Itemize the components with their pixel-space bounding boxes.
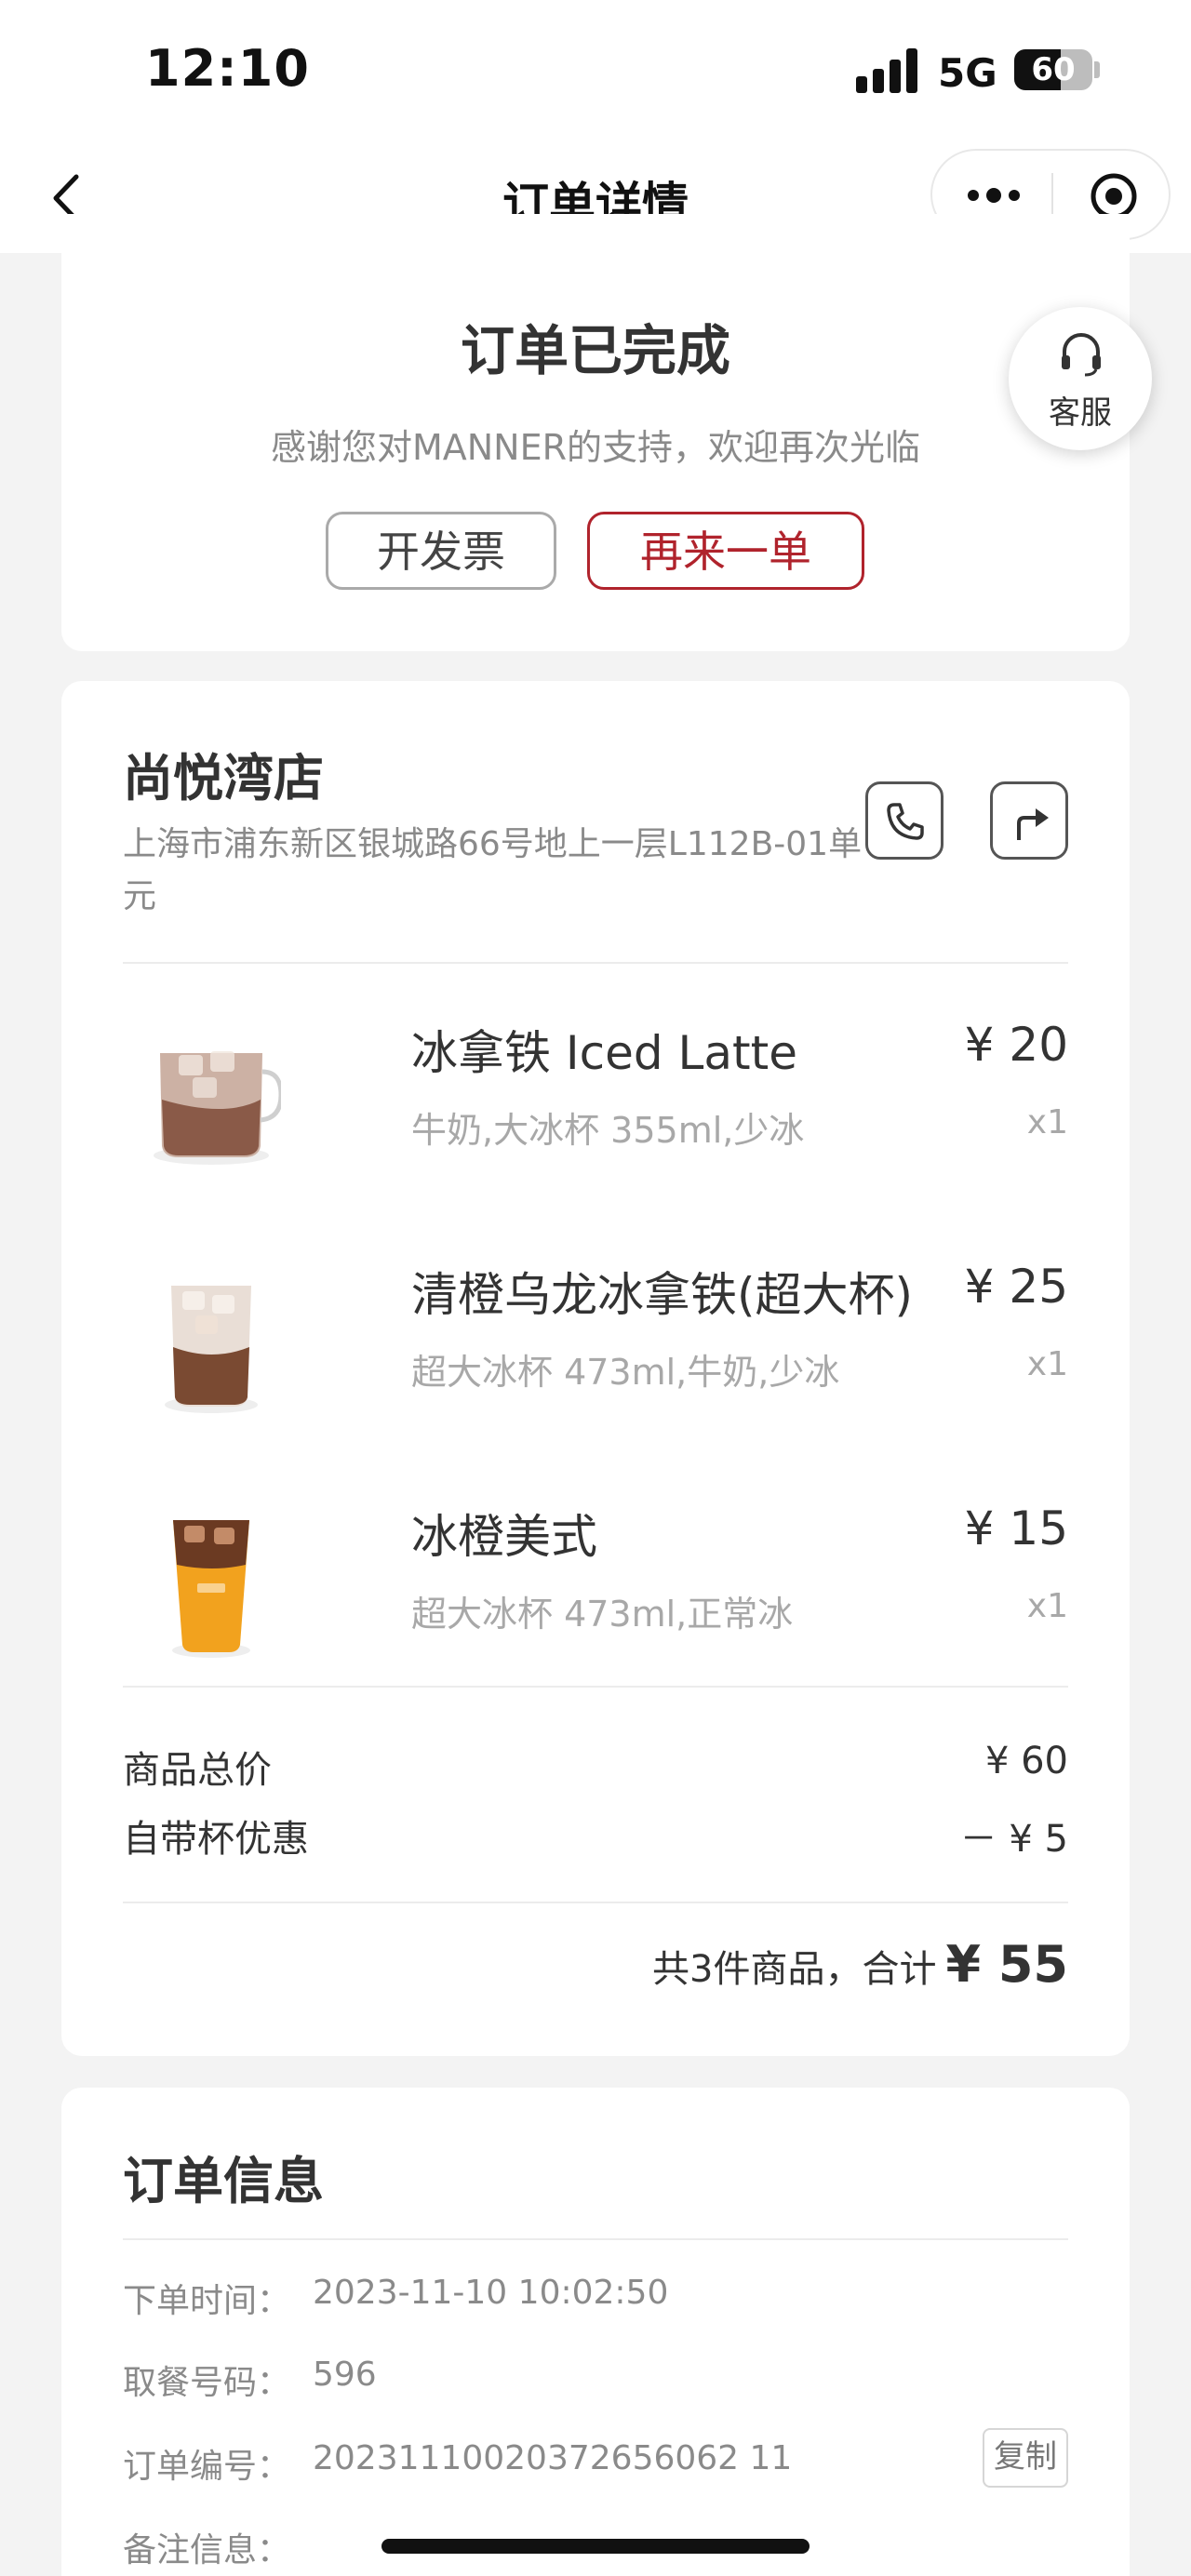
remark-label: 备注信息： bbox=[123, 2531, 291, 2569]
divider bbox=[123, 1686, 1068, 1688]
signal-icon bbox=[856, 48, 921, 93]
orange-oolong-latte-image bbox=[165, 1286, 258, 1413]
copy-order-number-button[interactable]: 复制 bbox=[983, 2428, 1068, 2488]
navigation-arrow-icon bbox=[1017, 808, 1049, 840]
capsule-divider bbox=[1051, 173, 1053, 220]
goods-total-row: 商品总价 ¥ 60 bbox=[123, 1740, 1068, 1794]
item-spec: 超大冰杯 473ml,牛奶,少冰 bbox=[411, 1352, 840, 1393]
order-status-title: 订单已完成 bbox=[460, 319, 730, 382]
store-address: 上海市浦东新区银城路66号地上一层L112B-01单元 bbox=[123, 825, 863, 915]
battery-icon: 60 bbox=[1014, 49, 1092, 90]
order-time-value: 2023-11-10 10:02:50 bbox=[313, 2274, 669, 2312]
order-time-label: 下单时间： bbox=[123, 2282, 291, 2320]
order-info-title: 订单信息 bbox=[123, 2152, 324, 2210]
reorder-button[interactable]: 再来一单 bbox=[587, 512, 864, 590]
battery-level: 60 bbox=[1031, 51, 1076, 88]
item-price: ¥ 15 bbox=[964, 1502, 1068, 1555]
network-type: 5G bbox=[938, 50, 997, 96]
divider bbox=[123, 2238, 1068, 2240]
order-item: 清橙乌龙冰拿铁(超大杯) 超大冰杯 473ml,牛奶,少冰 ¥ 25 x1 bbox=[123, 1230, 1068, 1444]
headset-icon bbox=[1062, 333, 1101, 377]
item-name: 冰橙美式 bbox=[411, 1510, 597, 1564]
divider bbox=[123, 962, 1068, 964]
order-card: 尚悦湾店 上海市浦东新区银城路66号地上一层L112B-01单元 冰拿铁 Ice… bbox=[61, 681, 1130, 2056]
order-number-label: 订单编号： bbox=[123, 2448, 291, 2486]
iced-latte-image bbox=[154, 1051, 281, 1165]
more-dots-icon[interactable] bbox=[966, 186, 1022, 205]
item-name: 清橙乌龙冰拿铁(超大杯) bbox=[411, 1268, 914, 1322]
navigate-store-button[interactable] bbox=[990, 781, 1068, 860]
order-total-row: 共3件商品，合计 ¥ 55 bbox=[652, 1935, 1068, 1994]
orange-americano-image bbox=[172, 1520, 250, 1658]
customer-service-label: 客服 bbox=[1049, 394, 1112, 432]
store-name: 尚悦湾店 bbox=[123, 749, 324, 808]
item-count-text: 共3件商品，合计 bbox=[652, 1948, 937, 1991]
customer-service-button[interactable]: 客服 bbox=[1009, 307, 1152, 450]
item-quantity: x1 bbox=[1026, 1103, 1068, 1141]
home-indicator bbox=[381, 2539, 810, 2554]
status-time: 12:10 bbox=[145, 39, 310, 98]
item-name: 冰拿铁 Iced Latte bbox=[411, 1026, 797, 1080]
order-total-amount: ¥ 55 bbox=[945, 1935, 1068, 1994]
item-quantity: x1 bbox=[1026, 1587, 1068, 1625]
cup-discount-row: 自带杯优惠 － ¥ 5 bbox=[123, 1809, 1068, 1862]
cup-discount-value: － ¥ 5 bbox=[959, 1818, 1068, 1861]
status-bar: 12:10 5G 60 bbox=[0, 0, 1191, 140]
divider bbox=[123, 1902, 1068, 1903]
cup-discount-label: 自带杯优惠 bbox=[123, 1818, 309, 1861]
order-number-value: 20231110020372656062 11 bbox=[313, 2439, 793, 2477]
order-info-card: 订单信息 下单时间： 2023-11-10 10:02:50 取餐号码： 596… bbox=[61, 2088, 1130, 2576]
goods-total-value: ¥ 60 bbox=[984, 1740, 1068, 1782]
pickup-number-value: 596 bbox=[313, 2356, 377, 2394]
item-price: ¥ 25 bbox=[964, 1260, 1068, 1314]
item-spec: 超大冰杯 473ml,正常冰 bbox=[411, 1594, 794, 1635]
goods-total-label: 商品总价 bbox=[123, 1749, 272, 1792]
battery-cap bbox=[1094, 61, 1100, 78]
order-status-subtitle: 感谢您对MANNER的支持，欢迎再次光临 bbox=[270, 427, 921, 468]
phone-icon bbox=[887, 803, 924, 840]
order-item: 冰橙美式 超大冰杯 473ml,正常冰 ¥ 15 x1 bbox=[123, 1472, 1068, 1686]
item-spec: 牛奶,大冰杯 355ml,少冰 bbox=[411, 1110, 805, 1151]
call-store-button[interactable] bbox=[865, 781, 943, 860]
item-quantity: x1 bbox=[1026, 1345, 1068, 1383]
pickup-number-label: 取餐号码： bbox=[123, 2364, 291, 2402]
item-price: ¥ 20 bbox=[964, 1018, 1068, 1072]
order-status-card: 订单已完成 感谢您对MANNER的支持，欢迎再次光临 开发票 再来一单 bbox=[61, 214, 1130, 651]
order-item: 冰拿铁 Iced Latte 牛奶,大冰杯 355ml,少冰 ¥ 20 x1 bbox=[123, 988, 1068, 1202]
invoice-button[interactable]: 开发票 bbox=[326, 512, 556, 590]
